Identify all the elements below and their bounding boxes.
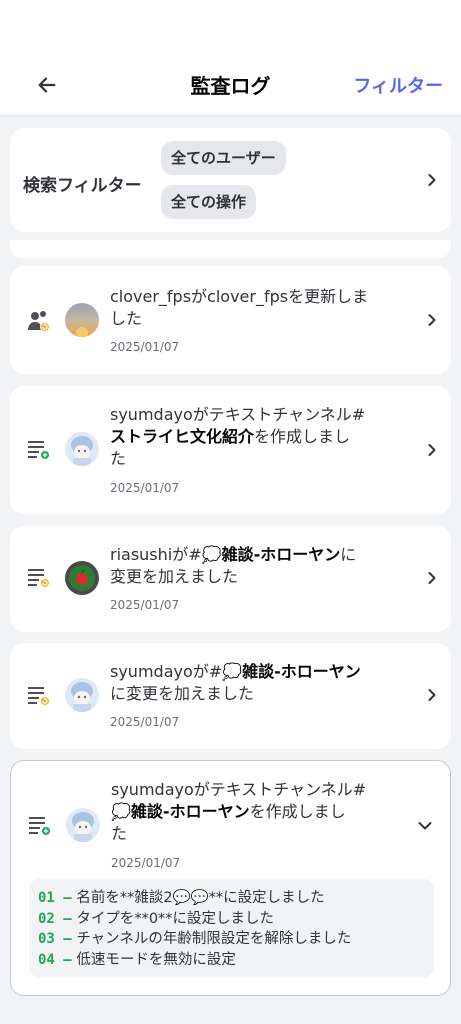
channel-update-icon: [28, 569, 50, 588]
entry-date: 2025/01/07: [110, 715, 180, 729]
list-top-edge: [10, 240, 451, 258]
entry-description: riasushiが#💭雑談-ホローヤンに 変更を加えました: [110, 545, 357, 586]
avatar-syumdayo: [66, 808, 100, 842]
audit-log-entry[interactable]: riasushiが#💭雑談-ホローヤンに 変更を加えました 2025/01/07: [10, 526, 451, 632]
audit-log-entry[interactable]: clover_fpsがclover_fpsを更新しま した 2025/01/07: [10, 266, 451, 374]
audit-log-entry[interactable]: syumdayoがテキストチャンネル# ストライヒ文化紹介を作成しまし た 20…: [10, 386, 451, 514]
entry-date: 2025/01/07: [110, 481, 180, 495]
change-row: 01 — 名前を**雑談2💬💬**に設定しました: [38, 888, 434, 909]
chevron-right-icon: [423, 441, 441, 459]
avatar-clover-fps: [65, 303, 99, 337]
channel-create-icon: [29, 817, 51, 836]
change-row: 04 — 低速モードを無効に設定: [38, 950, 434, 971]
chevron-down-icon[interactable]: [416, 817, 434, 835]
chevron-right-icon: [423, 686, 441, 704]
user-filter-chip[interactable]: 全てのユーザー: [161, 141, 286, 175]
avatar-riasushi: [65, 561, 99, 595]
entry-description: syumdayoがテキストチャンネル# 💭雑談-ホローヤンを作成しまし た: [111, 780, 367, 843]
app-header: 監査ログ フィルター: [0, 0, 461, 116]
chevron-right-icon: [423, 171, 441, 189]
entry-description: syumdayoがテキストチャンネル# ストライヒ文化紹介を作成しまし た: [110, 405, 366, 468]
change-number: 01 —: [38, 890, 72, 906]
change-row: 02 — タイプを**0**に設定しました: [38, 909, 434, 930]
channel-create-icon: [28, 441, 50, 460]
entry-description: clover_fpsがclover_fpsを更新しま した: [110, 287, 369, 328]
chevron-right-icon: [423, 569, 441, 587]
change-number: 02 —: [38, 910, 72, 927]
search-filter-card[interactable]: 検索フィルター 全てのユーザー 全ての操作: [10, 128, 451, 232]
avatar-syumdayo: [65, 432, 99, 466]
entry-date: 2025/01/07: [110, 598, 180, 612]
entry-date: 2025/01/07: [111, 856, 181, 870]
change-row: 03 — チャンネルの年齢制限設定を解除しました: [38, 929, 434, 950]
audit-log-entry-expanded[interactable]: syumdayoがテキストチャンネル# 💭雑談-ホローヤンを作成しまし た 20…: [10, 760, 451, 996]
change-text: 低速モードを無効に設定: [76, 951, 236, 968]
member-update-icon: [28, 311, 50, 332]
avatar-syumdayo: [65, 678, 99, 712]
change-number: 03 —: [38, 931, 72, 947]
change-list: 01 — 名前を**雑談2💬💬**に設定しました 02 — タイプを**0**に…: [29, 879, 434, 977]
audit-log-entry[interactable]: syumdayoが#💭雑談-ホローヤン に変更を加えました 2025/01/07: [10, 643, 451, 749]
search-filter-label: 検索フィルター: [23, 176, 142, 196]
chevron-right-icon: [423, 311, 441, 329]
change-text: 名前を**雑談2💬💬**に設定しました: [76, 890, 325, 906]
change-text: チャンネルの年齢制限設定を解除しました: [76, 931, 352, 947]
action-filter-chip[interactable]: 全ての操作: [161, 185, 257, 219]
filter-button[interactable]: フィルター: [353, 72, 443, 98]
change-text: タイプを**0**に設定しました: [76, 910, 275, 927]
entry-description: syumdayoが#💭雑談-ホローヤン に変更を加えました: [110, 662, 361, 703]
channel-update-icon: [28, 687, 50, 706]
entry-date: 2025/01/07: [110, 340, 180, 354]
change-number: 04 —: [38, 951, 72, 968]
